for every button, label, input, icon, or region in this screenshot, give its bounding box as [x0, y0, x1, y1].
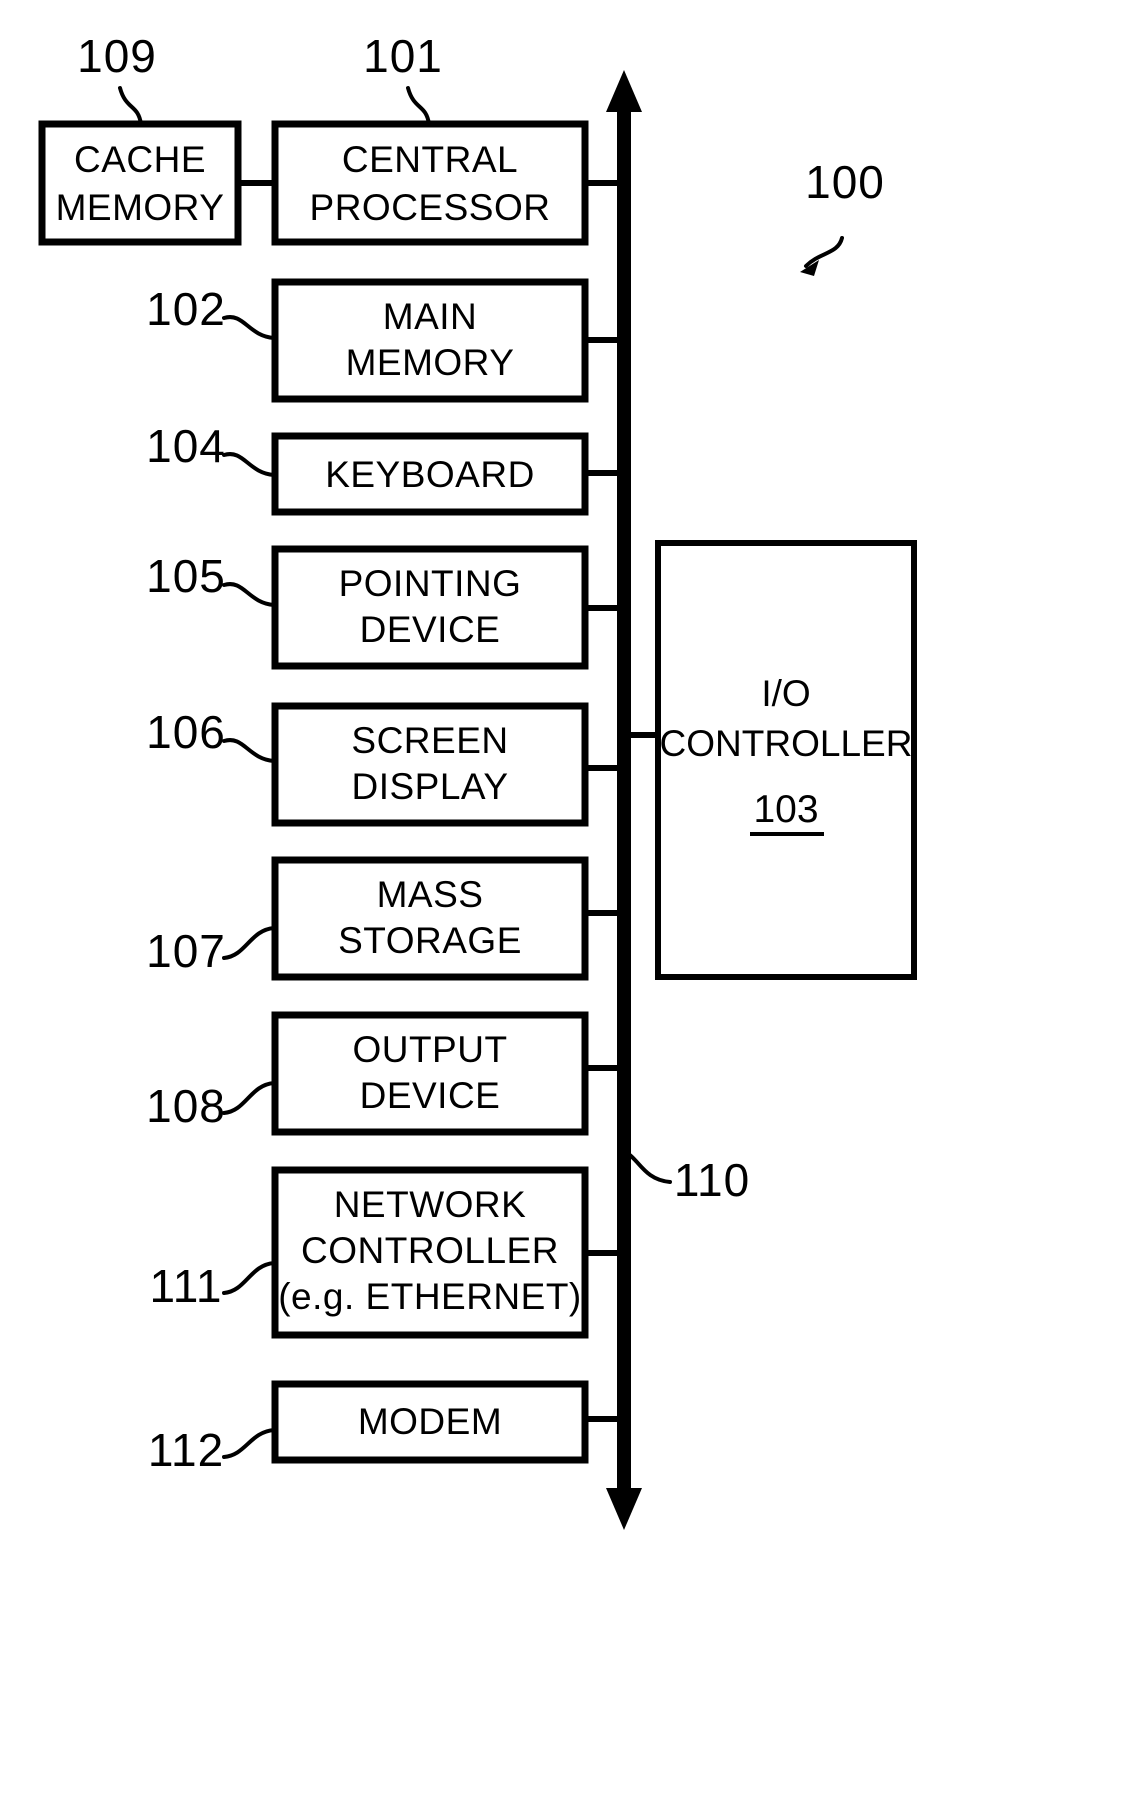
block-diagram-canvas: CACHE MEMORY 109 CENTRAL PROCESSOR 101 1… — [38, 30, 917, 1530]
io-controller-line2: CONTROLLER — [660, 723, 913, 764]
block-cache-memory[interactable]: CACHE MEMORY — [38, 120, 242, 246]
mass-storage-line2: STORAGE — [338, 920, 522, 961]
central-processor-line2: PROCESSOR — [310, 187, 551, 228]
ref-102: 102 — [146, 283, 226, 335]
ref-111: 111 — [150, 1260, 223, 1312]
leader-111 — [222, 1261, 276, 1295]
ref-102-group: 102 — [146, 283, 276, 340]
main-memory-line2: MEMORY — [346, 342, 515, 383]
screen-display-line1: SCREEN — [351, 720, 508, 761]
block-pointing-device[interactable]: POINTING DEVICE — [271, 545, 589, 670]
ref-106-group: 106 — [146, 706, 276, 763]
bus-arrow-up — [606, 70, 642, 112]
network-controller-line2: CONTROLLER — [301, 1230, 559, 1271]
patent-figure: CACHE MEMORY 109 CENTRAL PROCESSOR 101 1… — [0, 0, 1140, 1807]
keyboard-line1: KEYBOARD — [325, 454, 535, 495]
leader-109 — [118, 86, 143, 126]
leader-108 — [222, 1081, 276, 1115]
ref-101: 101 — [363, 30, 443, 82]
cache-memory-line1: CACHE — [74, 139, 206, 180]
ref-100-group: 100 — [800, 156, 885, 276]
ref-109: 109 — [77, 30, 157, 82]
ref-110-group: 110 — [625, 1151, 750, 1206]
network-controller-line3: (e.g. ETHERNET) — [278, 1276, 582, 1317]
leader-107 — [222, 926, 276, 960]
modem-line1: MODEM — [358, 1401, 502, 1442]
ref-108-group: 108 — [146, 1080, 276, 1132]
network-controller-line1: NETWORK — [334, 1184, 527, 1225]
central-processor-line1: CENTRAL — [342, 139, 518, 180]
ref-112-group: 112 — [148, 1424, 276, 1476]
screen-display-line2: DISPLAY — [351, 766, 508, 807]
leader-102 — [222, 315, 276, 340]
bus-arrow-down — [606, 1488, 642, 1530]
block-network-controller[interactable]: NETWORK CONTROLLER (e.g. ETHERNET) — [271, 1166, 589, 1339]
block-output-device[interactable]: OUTPUT DEVICE — [271, 1011, 589, 1136]
pointing-device-line1: POINTING — [339, 563, 522, 604]
mass-storage-line1: MASS — [377, 874, 484, 915]
output-device-line2: DEVICE — [360, 1075, 501, 1116]
ref-105-group: 105 — [146, 550, 276, 607]
block-mass-storage[interactable]: MASS STORAGE — [271, 856, 589, 981]
block-main-memory[interactable]: MAIN MEMORY — [271, 278, 589, 403]
system-bus — [606, 70, 642, 1530]
ref-111-group: 111 — [150, 1260, 276, 1312]
main-memory-line1: MAIN — [383, 296, 478, 337]
ref-107: 107 — [146, 925, 226, 977]
ref-108: 108 — [146, 1080, 226, 1132]
ref-104-group: 104 — [146, 420, 276, 477]
io-controller-line1: I/O — [761, 673, 810, 714]
ref-101-group: 101 — [363, 30, 443, 126]
block-io-controller[interactable]: I/O CONTROLLER 103 — [655, 540, 917, 980]
leader-110 — [625, 1151, 672, 1184]
ref-110: 110 — [674, 1154, 750, 1206]
io-controller-ref: 103 — [753, 788, 818, 831]
leader-104 — [222, 452, 276, 477]
leader-101 — [406, 86, 431, 126]
ref-100: 100 — [805, 156, 885, 208]
block-keyboard[interactable]: KEYBOARD — [271, 432, 589, 516]
output-device-line1: OUTPUT — [352, 1029, 507, 1070]
ref-107-group: 107 — [146, 925, 276, 977]
ref-105: 105 — [146, 550, 226, 602]
ref-106: 106 — [146, 706, 226, 758]
pointing-device-line2: DEVICE — [360, 609, 501, 650]
ref-109-group: 109 — [77, 30, 157, 126]
leader-105 — [222, 582, 276, 607]
leader-112 — [222, 1428, 276, 1459]
cache-memory-line2: MEMORY — [56, 187, 225, 228]
block-modem[interactable]: MODEM — [271, 1380, 589, 1464]
block-screen-display[interactable]: SCREEN DISPLAY — [271, 702, 589, 827]
ref-112: 112 — [148, 1424, 224, 1476]
leader-100 — [804, 236, 844, 268]
block-central-processor[interactable]: CENTRAL PROCESSOR — [271, 120, 589, 246]
ref-104: 104 — [146, 420, 226, 472]
leader-106 — [222, 738, 276, 763]
